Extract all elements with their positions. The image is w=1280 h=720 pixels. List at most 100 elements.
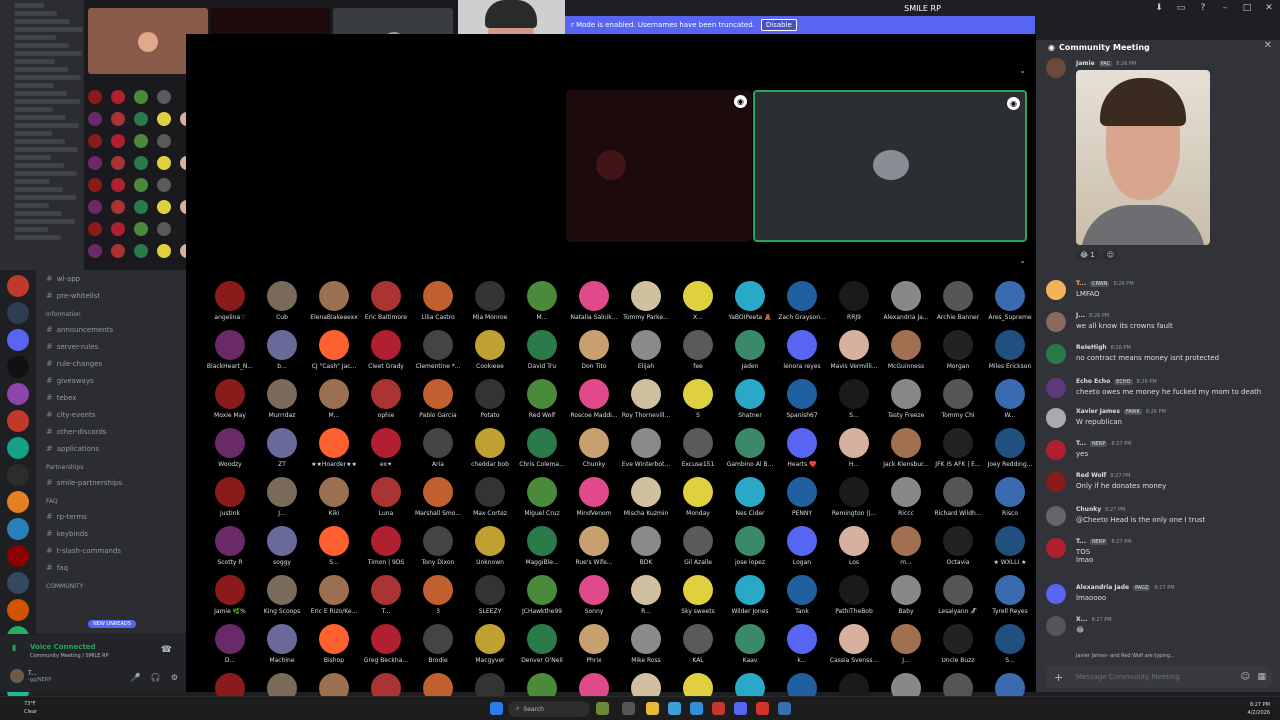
- channel-item[interactable]: # wl-app: [36, 270, 186, 287]
- participant-tile[interactable]: Chris Colema...: [517, 428, 567, 468]
- participant-tile[interactable]: Phrix: [569, 624, 619, 664]
- participant-tile[interactable]: Mavis Vermilli...: [829, 330, 879, 370]
- server-icon[interactable]: [7, 437, 29, 459]
- channel-category[interactable]: Information: [36, 307, 186, 321]
- participant-tile[interactable]: S...: [309, 526, 359, 566]
- participant-tile[interactable]: JFK IS AFK | E...: [933, 428, 983, 468]
- participant-tile[interactable]: m...: [881, 526, 931, 566]
- acrobat-icon[interactable]: [756, 702, 769, 715]
- participant-tile[interactable]: Alexandria Ja...: [881, 281, 931, 321]
- server-icon[interactable]: [7, 599, 29, 621]
- participant-tile[interactable]: J...: [257, 477, 307, 517]
- participant-tile[interactable]: Excuse151: [673, 428, 723, 468]
- participant-tile[interactable]: R...: [621, 575, 671, 615]
- participant-tile[interactable]: J...: [881, 624, 931, 664]
- headphones-icon[interactable]: 🎧: [151, 673, 161, 682]
- participant-tile[interactable]: Zach Grayson...: [777, 281, 827, 321]
- message-author[interactable]: Xavier James: [1076, 408, 1120, 415]
- participant-tile[interactable]: Greg Beckha...: [361, 624, 411, 664]
- participant-tile[interactable]: Potato: [465, 379, 515, 419]
- participant-tile[interactable]: Sonny: [569, 575, 619, 615]
- avatar[interactable]: [1046, 616, 1066, 636]
- plus-icon[interactable]: +: [1054, 671, 1063, 684]
- participant-tile[interactable]: Mia Monroe: [465, 281, 515, 321]
- participant-tile[interactable]: PathiTheBob: [829, 575, 879, 615]
- avatar[interactable]: [1046, 440, 1066, 460]
- participant-tile[interactable]: ophie: [361, 379, 411, 419]
- participant-tile[interactable]: Nes Cider: [725, 477, 775, 517]
- participant-tile[interactable]: Mike Ross: [621, 624, 671, 664]
- participant-tile[interactable]: D...: [205, 624, 255, 664]
- participant-tile[interactable]: k...: [777, 624, 827, 664]
- store-icon[interactable]: [690, 702, 703, 715]
- participant-tile[interactable]: Octavia: [933, 526, 983, 566]
- participant-tile[interactable]: Baby: [881, 575, 931, 615]
- participant-tile[interactable]: Scotty R: [205, 526, 255, 566]
- participant-tile[interactable]: PENNY: [777, 477, 827, 517]
- avatar[interactable]: [1046, 472, 1066, 492]
- participant-tile[interactable]: Lilia Castro: [413, 281, 463, 321]
- message-author[interactable]: Chunky: [1076, 506, 1101, 513]
- participant-tile[interactable]: Unknown: [465, 526, 515, 566]
- participant-tile[interactable]: Tony Dixon: [413, 526, 463, 566]
- stream-tile-focused[interactable]: ◉: [753, 90, 1027, 242]
- avatar[interactable]: [1046, 538, 1066, 558]
- avatar[interactable]: [1046, 344, 1066, 364]
- message-author[interactable]: T...: [1076, 440, 1086, 447]
- participant-tile[interactable]: Denver O'Neil: [517, 624, 567, 664]
- participant-tile[interactable]: Remington ||...: [829, 477, 879, 517]
- message-author[interactable]: T...: [1076, 280, 1086, 287]
- channel-item[interactable]: # server-rules: [36, 338, 186, 355]
- participant-tile[interactable]: M...: [309, 379, 359, 419]
- participant-tile[interactable]: CJ "Cash" Jac...: [309, 330, 359, 370]
- avatar[interactable]: [1046, 584, 1066, 604]
- participant-tile[interactable]: Spanish67: [777, 379, 827, 419]
- participant-tile[interactable]: Los: [829, 526, 879, 566]
- participant-tile[interactable]: Timon | 9DS: [361, 526, 411, 566]
- participant-tile[interactable]: X...: [673, 281, 723, 321]
- participant-tile[interactable]: Risco: [985, 477, 1035, 517]
- avatar[interactable]: [1046, 506, 1066, 526]
- participant-tile[interactable]: Lesaiyann 🦨: [933, 575, 983, 615]
- participant-tile[interactable]: Uncle Buzz: [933, 624, 983, 664]
- reaction[interactable]: 😂 1: [1076, 250, 1099, 260]
- voice-channel[interactable]: Community Meeting / SMILE RP: [30, 653, 109, 659]
- participant-tile[interactable]: Cleet Grady: [361, 330, 411, 370]
- task-view-icon[interactable]: [622, 702, 635, 715]
- participant-tile[interactable]: S: [673, 379, 723, 419]
- camera-icon[interactable]: ◉: [1007, 97, 1020, 110]
- add-reaction-icon[interactable]: ☺: [1102, 250, 1119, 260]
- server-icon[interactable]: [7, 464, 29, 486]
- participant-tile[interactable]: Monday: [673, 477, 723, 517]
- participant-tile[interactable]: Hearts ❤️: [777, 428, 827, 468]
- message-input[interactable]: + Message Community Meeting ☺ ▦: [1046, 666, 1272, 688]
- message-author[interactable]: Echo Echo: [1076, 378, 1110, 385]
- channel-item[interactable]: # t-slash-commands: [36, 542, 186, 559]
- participant-tile[interactable]: W...: [985, 379, 1035, 419]
- inbox-icon[interactable]: ▭: [1170, 0, 1192, 16]
- participant-tile[interactable]: Clementine *...: [413, 330, 463, 370]
- file-explorer-icon[interactable]: [646, 702, 659, 715]
- participant-tile[interactable]: 3: [413, 575, 463, 615]
- server-icon[interactable]: [7, 383, 29, 405]
- participant-tile[interactable]: Max Cortez: [465, 477, 515, 517]
- participant-tile[interactable]: Luna: [361, 477, 411, 517]
- participant-tile[interactable]: Cassia Svenss...: [829, 624, 879, 664]
- participant-tile[interactable]: ElenaBlakeeexx: [309, 281, 359, 321]
- participant-tile[interactable]: jose lopez: [725, 526, 775, 566]
- participant-tile[interactable]: Morgan: [933, 330, 983, 370]
- help-icon[interactable]: ?: [1192, 0, 1214, 16]
- chevron-down-icon[interactable]: ⌄: [1019, 256, 1026, 265]
- participant-tile[interactable]: T...: [361, 575, 411, 615]
- participant-tile[interactable]: Sky sweets: [673, 575, 723, 615]
- participant-tile[interactable]: Ares_Supreme: [985, 281, 1035, 321]
- gear-icon[interactable]: ⚙: [171, 673, 178, 682]
- server-icon[interactable]: [7, 410, 29, 432]
- participant-tile[interactable]: Archie Banner: [933, 281, 983, 321]
- participant-tile[interactable]: Eve Winterbot...: [621, 428, 671, 468]
- participant-tile[interactable]: Cub: [257, 281, 307, 321]
- participant-tile[interactable]: McGuinness: [881, 330, 931, 370]
- message-author[interactable]: Alexandria Jade: [1076, 584, 1129, 591]
- minimize-icon[interactable]: –: [1214, 0, 1236, 16]
- camera-icon[interactable]: ◉: [734, 95, 747, 108]
